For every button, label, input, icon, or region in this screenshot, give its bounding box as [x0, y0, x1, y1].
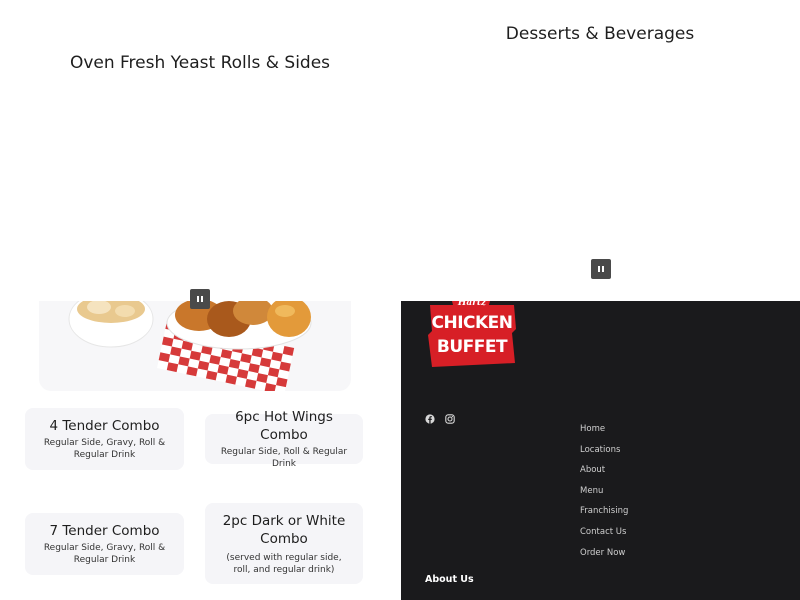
- logo-line-buffet: BUFFET: [436, 337, 508, 357]
- combo-card[interactable]: 6pc Hot Wings Combo Regular Side, Roll &…: [205, 409, 363, 469]
- desserts-slideshow-pause-button[interactable]: [591, 259, 611, 279]
- combo-description: Regular Side, Gravy, Roll & Regular Drin…: [43, 438, 166, 460]
- rolls-section-title: Oven Fresh Yeast Rolls & Sides: [69, 53, 331, 73]
- logo-graphic: [428, 301, 516, 367]
- combo-description: Regular Side, Roll & Regular Drink: [220, 447, 348, 469]
- pause-icon: [197, 296, 203, 302]
- instagram-icon[interactable]: [445, 409, 455, 424]
- footer-nav-contact-us[interactable]: Contact Us: [580, 527, 626, 538]
- combo-card[interactable]: 4 Tender Combo Regular Side, Gravy, Roll…: [25, 408, 184, 470]
- footer-nav-menu[interactable]: Menu: [580, 486, 603, 497]
- footer-nav-about[interactable]: About: [580, 465, 605, 476]
- combo-card[interactable]: 2pc Dark or White Combo (served with reg…: [205, 503, 363, 584]
- fried-chicken-meal-illustration: [68, 301, 312, 391]
- combo-title: 4 Tender Combo: [49, 418, 160, 434]
- footer-nav-locations[interactable]: Locations: [580, 445, 620, 456]
- logo-brand-script: Hartz: [457, 298, 487, 308]
- combo-title: 7 Tender Combo: [49, 523, 160, 539]
- footer-nav-franchising[interactable]: Franchising: [580, 506, 628, 517]
- chicken-buffet-logo[interactable]: Hartz CHICKEN BUFFET: [426, 298, 518, 369]
- combo-title: 6pc Hot Wings Combo: [235, 409, 333, 443]
- footer-nav-order-now[interactable]: Order Now: [580, 548, 625, 559]
- footer-about-us-heading: About Us: [425, 574, 474, 585]
- combo-card[interactable]: 7 Tender Combo Regular Side, Gravy, Roll…: [25, 513, 184, 575]
- logo-line-chicken: CHICKEN: [431, 313, 513, 333]
- combo-description: Regular Side, Gravy, Roll & Regular Drin…: [43, 543, 166, 565]
- combo-description: (served with regular side, roll, and reg…: [226, 552, 342, 575]
- footer-nav-home[interactable]: Home: [580, 424, 605, 435]
- food-image: [39, 301, 351, 391]
- pause-icon: [598, 266, 604, 272]
- desserts-section-title: Desserts & Beverages: [505, 24, 695, 44]
- facebook-icon[interactable]: [425, 409, 435, 424]
- combo-title: 2pc Dark or White Combo: [222, 512, 346, 547]
- rolls-slideshow-pause-button[interactable]: [190, 289, 210, 309]
